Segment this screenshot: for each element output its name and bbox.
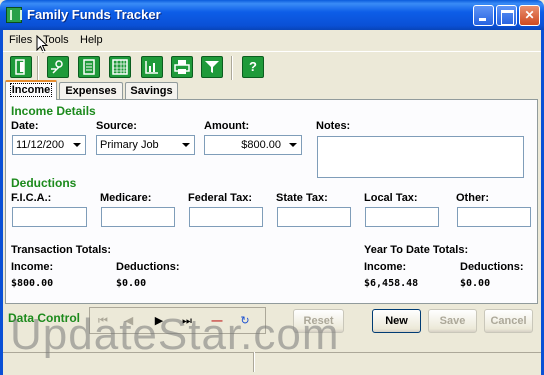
tab-savings[interactable]: Savings [125, 82, 178, 100]
edit-account-button[interactable] [47, 56, 69, 78]
fica-field[interactable] [12, 207, 87, 227]
amount-combo[interactable]: $800.00 [204, 135, 302, 155]
state-tax-label: State Tax: [276, 192, 328, 204]
toolbar: ? [3, 51, 541, 81]
chevron-down-icon[interactable] [178, 137, 193, 153]
watermark: UpdateStar.com [10, 310, 340, 359]
transaction-income-value: $800.00 [11, 278, 54, 289]
transaction-totals-heading: Transaction Totals: [11, 244, 112, 256]
ytd-totals-heading: Year To Date Totals: [364, 244, 469, 256]
minimize-button[interactable] [473, 5, 494, 26]
spreadsheet-icon [110, 57, 130, 77]
transaction-income-label: Income: [11, 261, 54, 273]
ytd-deductions-label: Deductions: [460, 261, 524, 273]
window-title: Family Funds Tracker [27, 7, 161, 22]
income-details-heading: Income Details [11, 104, 96, 118]
source-value: Primary Job [100, 139, 159, 151]
window-frame-left [0, 30, 3, 375]
local-tax-field[interactable] [365, 207, 439, 227]
spreadsheet-button[interactable] [109, 56, 131, 78]
filter-icon [202, 57, 222, 77]
maximize-button[interactable] [496, 5, 517, 26]
local-tax-label: Local Tax: [364, 192, 418, 204]
date-label: Date: [11, 120, 39, 132]
ytd-deductions-value: $0.00 [460, 278, 491, 289]
chart-icon [142, 57, 162, 77]
new-button[interactable]: New [372, 309, 421, 333]
toolbar-separator [37, 56, 39, 80]
print-button[interactable] [171, 56, 193, 78]
calculator-icon [79, 57, 99, 77]
source-label: Source: [96, 120, 137, 132]
date-value: 11/12/200 [16, 139, 65, 151]
help-icon: ? [249, 59, 257, 74]
close-button[interactable]: ✕ [519, 5, 540, 26]
menu-files[interactable]: Files [9, 34, 32, 46]
federal-tax-label: Federal Tax: [188, 192, 252, 204]
deductions-heading: Deductions [11, 176, 77, 190]
exit-button[interactable] [10, 56, 32, 78]
print-icon [172, 57, 192, 77]
save-button[interactable]: Save [428, 309, 477, 333]
calculator-button[interactable] [78, 56, 100, 78]
medicare-label: Medicare: [100, 192, 152, 204]
amount-label: Amount: [204, 120, 250, 132]
tab-expenses[interactable]: Expenses [59, 82, 123, 100]
notes-label: Notes: [316, 120, 351, 132]
medicare-field[interactable] [101, 207, 175, 227]
transaction-deductions-label: Deductions: [116, 261, 180, 273]
transaction-deductions-value: $0.00 [116, 278, 147, 289]
ytd-income-value: $6,458.48 [364, 278, 419, 289]
filter-button[interactable] [201, 56, 223, 78]
state-tax-field[interactable] [277, 207, 351, 227]
fica-label: F.I.C.A.: [11, 192, 52, 204]
menu-help[interactable]: Help [80, 34, 103, 46]
cancel-button[interactable]: Cancel [484, 309, 533, 333]
help-button[interactable]: ? [242, 56, 264, 78]
edit-account-icon [48, 57, 68, 77]
chart-button[interactable] [141, 56, 163, 78]
federal-tax-field[interactable] [189, 207, 263, 227]
title-bar[interactable]: Family Funds Tracker ✕ [0, 0, 544, 30]
chevron-down-icon[interactable] [285, 137, 300, 153]
tab-income-label: Income [9, 83, 53, 97]
amount-value: $800.00 [241, 139, 281, 151]
other-label: Other: [456, 192, 489, 204]
app-icon [6, 7, 22, 23]
chevron-down-icon[interactable] [69, 137, 84, 153]
other-field[interactable] [457, 207, 531, 227]
exit-icon [11, 57, 31, 77]
source-combo[interactable]: Primary Job [96, 135, 195, 155]
ytd-income-label: Income: [364, 261, 407, 273]
date-combo[interactable]: 11/12/200 [12, 135, 86, 155]
toolbar-separator [231, 56, 233, 80]
notes-textarea[interactable] [317, 136, 524, 178]
tab-income[interactable]: Income [5, 80, 57, 100]
menu-bar: Files Tools Help [3, 30, 541, 50]
